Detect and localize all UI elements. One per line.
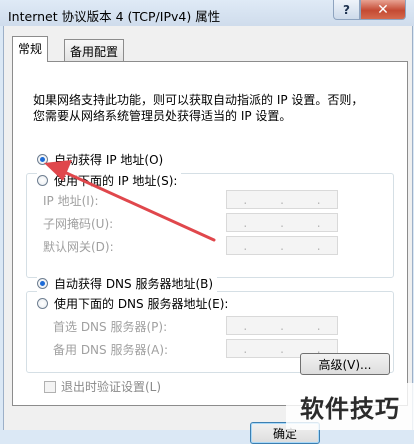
- auto-dns-radio-row[interactable]: 自动获得 DNS 服务器地址(B): [37, 275, 218, 292]
- tab-alternate-config[interactable]: 备用配置: [64, 39, 125, 61]
- manual-dns-label: 使用下面的 DNS 服务器地址(E):: [54, 297, 229, 311]
- default-gateway-label: 默认网关(D):: [43, 240, 114, 254]
- close-button[interactable]: ✕: [360, 0, 406, 20]
- subnet-mask-field: ...: [226, 213, 338, 232]
- auto-dns-radio[interactable]: [37, 278, 48, 289]
- manual-dns-radio[interactable]: [37, 298, 48, 309]
- default-gateway-field: ...: [226, 236, 338, 255]
- description-text: 如果网络支持此功能，则可以获取自动指派的 IP 设置。否则，您需要从网络系统管理…: [33, 93, 364, 123]
- tab-general[interactable]: 常规: [12, 36, 49, 62]
- alternate-dns-label: 备用 DNS 服务器(A):: [53, 343, 169, 357]
- preferred-dns-label: 首选 DNS 服务器(P):: [53, 320, 168, 334]
- validate-settings-label: 退出时验证设置(L): [61, 380, 162, 394]
- ip-address-label: IP 地址(I):: [43, 194, 99, 208]
- auto-ip-label: 自动获得 IP 地址(O): [54, 153, 164, 167]
- window-title: Internet 协议版本 4 (TCP/IPv4) 属性: [8, 9, 221, 24]
- manual-ip-radio[interactable]: [37, 175, 48, 186]
- help-button[interactable]: ?: [333, 0, 360, 20]
- ip-address-field: ...: [226, 190, 338, 209]
- manual-ip-label: 使用下面的 IP 地址(S):: [54, 174, 178, 188]
- advanced-button[interactable]: 高级(V)...: [300, 353, 390, 375]
- preferred-dns-field: ...: [226, 316, 338, 335]
- auto-dns-label: 自动获得 DNS 服务器地址(B): [54, 277, 214, 291]
- manual-dns-radio-row[interactable]: 使用下面的 DNS 服务器地址(E):: [37, 295, 233, 312]
- validate-settings-row: 退出时验证设置(L): [44, 378, 161, 395]
- watermark: 软件技巧: [286, 383, 414, 430]
- manual-ip-radio-row[interactable]: 使用下面的 IP 地址(S):: [37, 172, 182, 189]
- validate-settings-checkbox: [44, 380, 56, 393]
- subnet-mask-label: 子网掩码(U):: [43, 217, 114, 231]
- title-bar: Internet 协议版本 4 (TCP/IPv4) 属性 ? ✕: [0, 0, 414, 26]
- auto-ip-radio[interactable]: [37, 154, 48, 165]
- dialog-body: 常规 备用配置 如果网络支持此功能，则可以获取自动指派的 IP 设置。否则，您需…: [3, 26, 413, 444]
- auto-ip-radio-row[interactable]: 自动获得 IP 地址(O): [37, 151, 168, 168]
